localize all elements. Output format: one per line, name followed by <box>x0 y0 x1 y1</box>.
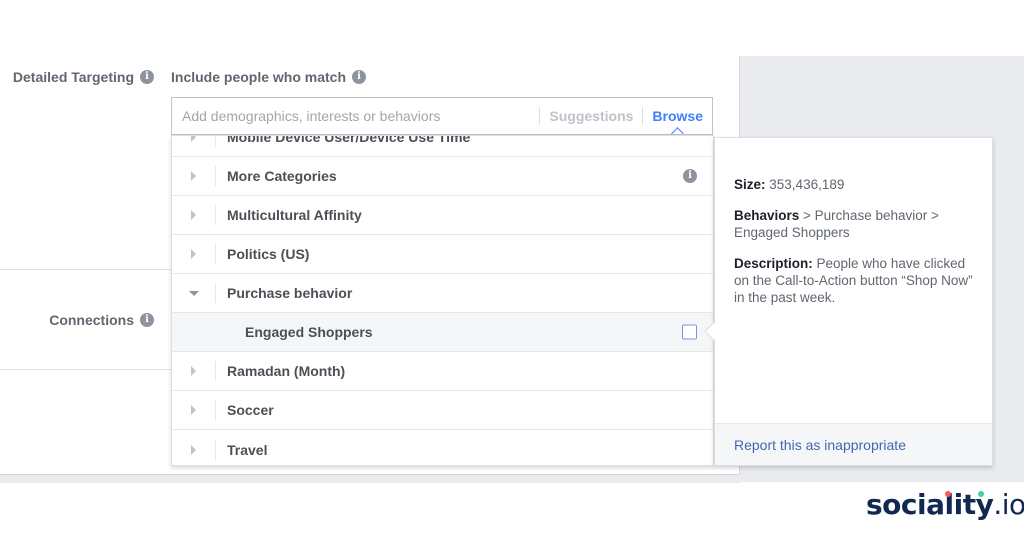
list-item-label: Politics (US) <box>227 246 310 262</box>
info-icon[interactable]: i <box>140 313 154 327</box>
list-item-expanded[interactable]: Purchase behavior <box>172 274 713 313</box>
list-item-label: Ramadan (Month) <box>227 363 346 379</box>
detail-card: Size: 353,436,189 Behaviors > Purchase b… <box>714 137 993 466</box>
description: Description: People who have clicked on … <box>734 255 979 306</box>
caret-right-icon <box>191 249 196 259</box>
path-root: Behaviors <box>734 208 800 223</box>
expand-arrow[interactable] <box>172 166 216 186</box>
detail-footer: Report this as inappropriate <box>715 423 992 465</box>
description-label: Description: <box>734 256 813 271</box>
detailed-targeting-label: Detailed Targeting i <box>13 69 154 85</box>
list-item[interactable]: Soccer <box>172 391 713 430</box>
category-path: Behaviors > Purchase behavior > Engaged … <box>734 207 979 241</box>
caret-right-icon <box>191 136 196 142</box>
brand-dot-red <box>945 491 951 497</box>
tab-browse-label: Browse <box>652 108 703 124</box>
caret-right-icon <box>191 444 196 455</box>
connections-text: Connections <box>49 312 134 328</box>
audience-size: Size: 353,436,189 <box>734 176 979 193</box>
targeting-search-box: Suggestions Browse <box>171 97 713 140</box>
checkbox-wrap <box>682 324 697 340</box>
list-item-label: Multicultural Affinity <box>227 207 362 223</box>
caret-right-icon <box>191 210 196 220</box>
section-divider <box>0 269 172 270</box>
expand-arrow[interactable] <box>172 361 216 381</box>
list-item-child[interactable]: Engaged Shoppers <box>172 313 713 352</box>
brand-logo: sociality.io <box>866 488 1024 521</box>
section-divider <box>0 369 172 370</box>
list-item-label: Mobile Device User/Device Use Time <box>227 135 471 145</box>
caret-right-icon <box>191 171 196 181</box>
include-text: Include people who match <box>171 69 347 85</box>
browse-dropdown: Mobile Device User/Device Use Time More … <box>171 135 714 466</box>
expand-arrow[interactable] <box>172 205 216 225</box>
detail-body: Size: 353,436,189 Behaviors > Purchase b… <box>734 176 979 320</box>
list-item-label: Engaged Shoppers <box>245 324 373 340</box>
select-checkbox[interactable] <box>682 324 697 340</box>
expand-arrow[interactable] <box>172 283 216 303</box>
tab-browse[interactable]: Browse <box>643 108 712 140</box>
list-item[interactable]: Mobile Device User/Device Use Time <box>172 135 713 157</box>
connections-label: Connections i <box>49 312 154 328</box>
expand-arrow[interactable] <box>172 400 216 420</box>
caret-right-icon <box>191 405 196 415</box>
expand-arrow[interactable] <box>172 136 216 147</box>
report-link[interactable]: Report this as inappropriate <box>734 437 906 453</box>
list-item[interactable]: More Categories i <box>172 157 713 196</box>
panel-bottom-divider <box>0 474 740 483</box>
brand-dot-green <box>978 491 984 497</box>
expand-arrow[interactable] <box>172 439 216 460</box>
list-item-label: Purchase behavior <box>227 285 353 301</box>
list-item[interactable]: Politics (US) <box>172 235 713 274</box>
list-item[interactable]: Ramadan (Month) <box>172 352 713 391</box>
include-label: Include people who match i <box>171 69 367 85</box>
tab-suggestions[interactable]: Suggestions <box>540 108 642 124</box>
list-item[interactable]: Travel <box>172 430 713 465</box>
brand-name: sociality <box>866 488 994 521</box>
list-item-label: More Categories <box>227 168 337 184</box>
brand-suffix: .io <box>993 488 1024 521</box>
caret-right-icon <box>191 366 196 376</box>
expand-arrow[interactable] <box>172 244 216 264</box>
list-item[interactable]: Multicultural Affinity <box>172 196 713 235</box>
info-icon[interactable]: i <box>683 169 697 183</box>
detailed-targeting-text: Detailed Targeting <box>12 69 134 85</box>
size-label: Size: <box>734 177 766 192</box>
list-item-label: Soccer <box>227 402 274 418</box>
targeting-search-input[interactable] <box>172 108 540 124</box>
size-value: 353,436,189 <box>769 177 845 192</box>
caret-down-icon <box>188 290 199 296</box>
info-icon[interactable]: i <box>352 70 367 84</box>
info-icon[interactable]: i <box>140 70 154 84</box>
list-item-label: Travel <box>227 441 268 458</box>
